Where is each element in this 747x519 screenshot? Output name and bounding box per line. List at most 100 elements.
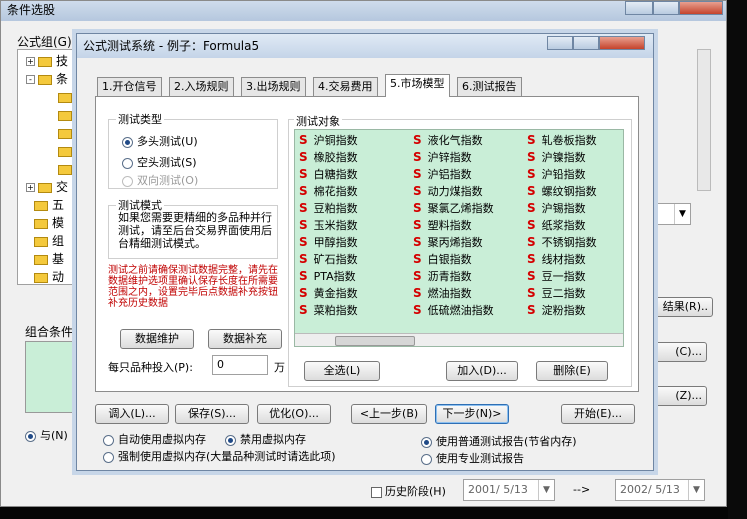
- stock-s-icon: S: [299, 269, 308, 283]
- test-object-item[interactable]: S 沥青指数: [413, 268, 472, 285]
- test-object-item[interactable]: S 菜粕指数: [299, 302, 358, 319]
- test-object-item[interactable]: S 棉花指数: [299, 183, 358, 200]
- minimize-button[interactable]: [547, 36, 573, 50]
- close-button[interactable]: [599, 36, 645, 50]
- test-object-item[interactable]: S 不锈钢指数: [527, 234, 597, 251]
- radio-auto-vm[interactable]: 自动使用虚拟内存: [103, 431, 206, 447]
- delete-button[interactable]: 删除(E): [536, 361, 608, 381]
- test-object-item[interactable]: S 轧卷板指数: [527, 132, 597, 149]
- tree-item[interactable]: + 技: [26, 52, 68, 70]
- test-object-item[interactable]: S 淀粉指数: [527, 302, 586, 319]
- tree-item[interactable]: 基: [34, 250, 64, 268]
- z-button[interactable]: (Z)...: [653, 386, 707, 406]
- test-object-item[interactable]: S 低硫燃油指数: [413, 302, 494, 319]
- test-object-item[interactable]: S 豆粕指数: [299, 200, 358, 217]
- and-radio[interactable]: 与(N): [25, 427, 68, 443]
- tree-item[interactable]: 模: [34, 214, 64, 232]
- tree-item[interactable]: 五: [34, 196, 64, 214]
- stock-s-icon: S: [413, 252, 422, 266]
- prev-step-button[interactable]: <上一步(B): [351, 404, 427, 424]
- test-object-item[interactable]: S 线材指数: [527, 251, 586, 268]
- tree-item[interactable]: 动: [34, 268, 64, 284]
- import-button[interactable]: 调入(L)...: [95, 404, 169, 424]
- stock-s-icon: S: [299, 286, 308, 300]
- tree-item[interactable]: [58, 160, 76, 178]
- close-button[interactable]: [679, 1, 723, 15]
- test-object-item[interactable]: S 豆二指数: [527, 285, 586, 302]
- maximize-button[interactable]: [573, 36, 599, 50]
- radio-pro-report[interactable]: 使用专业测试报告: [421, 450, 524, 466]
- stock-s-icon: S: [299, 201, 308, 215]
- data-supply-button[interactable]: 数据补充: [208, 329, 282, 349]
- period-select[interactable]: ▼: [653, 203, 691, 225]
- test-object-item[interactable]: S 沪铜指数: [299, 132, 358, 149]
- next-step-button[interactable]: 下一步(N)>: [435, 404, 509, 424]
- date-to-picker[interactable]: 2002/ 5/13 ▼: [615, 479, 705, 501]
- tree-item[interactable]: [58, 124, 76, 142]
- radio-both-test[interactable]: 双向测试(O): [122, 172, 198, 188]
- test-object-item[interactable]: S 聚丙烯指数: [413, 234, 483, 251]
- test-object-item[interactable]: S 沪锌指数: [413, 149, 472, 166]
- test-object-item[interactable]: S 塑料指数: [413, 217, 472, 234]
- tree-item[interactable]: [58, 106, 76, 124]
- tab-entry-rules[interactable]: 2.入场规则: [169, 77, 234, 96]
- tab-market-model[interactable]: 5.市场模型: [385, 74, 450, 97]
- tree-item[interactable]: [58, 142, 76, 160]
- test-object-item[interactable]: S PTA指数: [299, 268, 356, 285]
- formula-tree[interactable]: + 技 -条 + 交 五 模 组 基 动: [17, 49, 81, 285]
- add-button[interactable]: 加入(D)...: [446, 361, 518, 381]
- test-object-item[interactable]: S 玉米指数: [299, 217, 358, 234]
- radio-long-test[interactable]: 多头测试(U): [122, 133, 198, 149]
- c-button[interactable]: (C)...: [653, 342, 707, 362]
- result-button[interactable]: 结果(R)..: [653, 297, 713, 317]
- radio-partial[interactable]: [653, 367, 663, 381]
- maximize-button[interactable]: [653, 1, 679, 15]
- history-checkbox[interactable]: 历史阶段(H): [371, 483, 446, 499]
- combo-condition-list[interactable]: [25, 341, 79, 413]
- save-button[interactable]: 保存(S)...: [175, 404, 249, 424]
- tab-test-report[interactable]: 6.测试报告: [457, 77, 522, 96]
- test-object-item[interactable]: S 橡胶指数: [299, 149, 358, 166]
- test-object-item[interactable]: S 动力煤指数: [413, 183, 483, 200]
- radio-force-vm[interactable]: 强制使用虚拟内存(大量品种测试时请选此项): [103, 448, 336, 464]
- test-object-item[interactable]: S 白糖指数: [299, 166, 358, 183]
- stock-s-icon: S: [527, 201, 536, 215]
- test-object-label: 塑料指数: [427, 219, 472, 232]
- test-object-item[interactable]: S 沪铅指数: [527, 166, 586, 183]
- radio-disable-vm[interactable]: 禁用虚拟内存: [225, 431, 306, 447]
- test-object-item[interactable]: S 豆一指数: [527, 268, 586, 285]
- date-from-picker[interactable]: 2001/ 5/13 ▼: [463, 479, 555, 501]
- test-object-label: 液化气指数: [427, 134, 483, 147]
- tree-item[interactable]: + 交: [26, 178, 68, 196]
- test-object-item[interactable]: S 白银指数: [413, 251, 472, 268]
- test-object-item[interactable]: S 液化气指数: [413, 132, 483, 149]
- test-object-item[interactable]: S 甲醇指数: [299, 234, 358, 251]
- test-objects-list[interactable]: S 沪铜指数 S 液化气指数 S 轧卷板指数 S 橡胶指数 S 沪锌指数 S 沪镍指数 S 白糖指数 S 沪铝…: [294, 129, 624, 347]
- start-button[interactable]: 开始(E)...: [561, 404, 635, 424]
- test-object-item[interactable]: S 沪镍指数: [527, 149, 586, 166]
- tab-exit-rules[interactable]: 3.出场规则: [241, 77, 306, 96]
- tree-item[interactable]: -条: [26, 70, 68, 88]
- invest-input[interactable]: 0: [212, 355, 268, 375]
- test-object-item[interactable]: S 燃油指数: [413, 285, 472, 302]
- test-object-item[interactable]: S 矿石指数: [299, 251, 358, 268]
- tab-trade-fees[interactable]: 4.交易费用: [313, 77, 378, 96]
- tab-open-signal[interactable]: 1.开仓信号: [97, 77, 162, 96]
- scroll-thumb[interactable]: [335, 336, 415, 346]
- optimize-button[interactable]: 优化(O)...: [257, 404, 331, 424]
- radio-normal-report[interactable]: 使用普通测试报告(节省内存): [421, 433, 577, 449]
- minimize-button[interactable]: [625, 1, 653, 15]
- data-maintenance-button[interactable]: 数据维护: [120, 329, 194, 349]
- test-object-item[interactable]: S 螺纹钢指数: [527, 183, 597, 200]
- test-object-item[interactable]: S 沪锡指数: [527, 200, 586, 217]
- objects-hscrollbar[interactable]: [295, 333, 623, 346]
- select-all-button[interactable]: 全选(L): [304, 361, 380, 381]
- test-object-item[interactable]: S 纸浆指数: [527, 217, 586, 234]
- test-object-item[interactable]: S 沪铝指数: [413, 166, 472, 183]
- test-object-item[interactable]: S 聚氯乙烯指数: [413, 200, 494, 217]
- radio-short-test[interactable]: 空头测试(S): [122, 154, 197, 170]
- tree-scrollbar[interactable]: [697, 49, 711, 191]
- test-object-item[interactable]: S 黄金指数: [299, 285, 358, 302]
- tree-item[interactable]: 组: [34, 232, 64, 250]
- tree-item[interactable]: [58, 88, 76, 106]
